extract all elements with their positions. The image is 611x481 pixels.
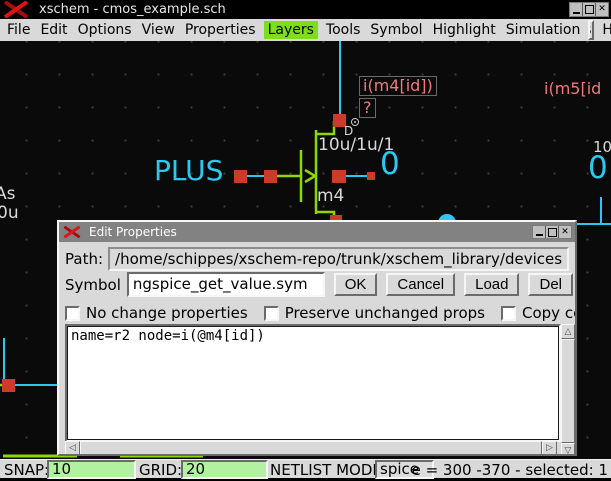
menu-properties[interactable]: Properties <box>183 21 258 39</box>
net-label-plus[interactable]: PLUS <box>154 156 223 187</box>
checkbox-label: No change properties <box>86 304 248 322</box>
menu-layers[interactable]: Layers <box>264 21 318 39</box>
menu-view[interactable]: View <box>140 21 177 39</box>
left-clipped-text-2[interactable]: 0u <box>0 204 19 223</box>
window-title: xschem - cmos_example.sch <box>39 2 226 17</box>
mos-name-m4[interactable]: m4 <box>317 187 344 206</box>
menu-simulation[interactable]: Simulation <box>504 21 583 39</box>
net-label-zero-center[interactable]: 0 <box>380 147 400 181</box>
scrollbar-thumb[interactable] <box>561 339 575 443</box>
xschem-logo-icon <box>3 1 29 18</box>
snap-label: SNAP: <box>4 461 49 479</box>
scrollbar-thumb[interactable] <box>80 441 542 455</box>
scroll-up-icon[interactable]: △ <box>561 324 575 339</box>
checkbox-label: Copy cell <box>522 304 577 322</box>
snap-input[interactable]: 10 <box>47 460 136 479</box>
menu-waves[interactable]: Waves <box>588 20 594 40</box>
window-titlebar[interactable]: xschem - cmos_example.sch ✕ <box>0 0 611 19</box>
minimize-icon[interactable] <box>570 3 582 16</box>
net-label-zero-right[interactable]: 0 <box>588 151 608 185</box>
checkbox-icon[interactable] <box>264 306 279 321</box>
cancel-button[interactable]: Cancel <box>386 273 455 296</box>
close-icon[interactable]: ✕ <box>595 3 608 16</box>
path-value: /home/schippes/xschem-repo/trunk/xschem_… <box>108 247 569 271</box>
minimize-icon[interactable] <box>533 226 545 238</box>
symbol-input[interactable]: ngspice_get_value.sym <box>127 272 325 297</box>
menu-symbol[interactable]: Symbol <box>368 21 424 39</box>
checkbox-no-change-properties[interactable]: No change properties <box>65 304 248 322</box>
menu-options[interactable]: Options <box>76 21 134 39</box>
checkbox-icon[interactable] <box>65 306 80 321</box>
probe-label-m4[interactable]: i(m4[id]) <box>359 76 437 96</box>
horizontal-scrollbar[interactable]: ◁ ▷ <box>65 441 557 455</box>
menubar: File Edit Options View Properties Layers… <box>0 19 611 41</box>
edit-properties-dialog: Edit Properties ✕ Path: /home/schippes/x… <box>57 220 577 456</box>
load-button[interactable]: Load <box>464 273 519 296</box>
dialog-title: Edit Properties <box>89 225 177 239</box>
dialog-controls: ✕ <box>532 225 572 239</box>
wire-right[interactable] <box>575 197 601 224</box>
ok-button[interactable]: OK <box>334 273 378 296</box>
checkbox-icon[interactable] <box>501 306 516 321</box>
checkbox-preserve-unchanged-props[interactable]: Preserve unchanged props <box>264 304 485 322</box>
grid-input[interactable]: 20 <box>181 460 268 479</box>
vertical-scrollbar[interactable]: △ ▽ <box>561 324 575 456</box>
properties-text-input[interactable]: name=r2 node=i(@m4[id]) <box>67 326 559 440</box>
left-clipped-text-1[interactable]: As <box>0 185 16 204</box>
wire-left[interactable] <box>4 338 57 385</box>
menu-help[interactable]: Help <box>600 21 611 39</box>
checkbox-copy-cell[interactable]: Copy cell <box>501 304 577 322</box>
symbol-label: Symbol <box>65 276 121 294</box>
checkbox-label: Preserve unchanged props <box>285 304 485 322</box>
path-label: Path: <box>65 250 103 268</box>
grid-label: GRID: <box>139 461 182 479</box>
probe-label-m5[interactable]: i(m5[id <box>544 80 601 98</box>
nmos-arrow <box>305 170 315 182</box>
scroll-right-icon[interactable]: ▷ <box>542 441 557 455</box>
statusbar: SNAP: 10 GRID: 20 NETLIST MODE: spice e … <box>0 459 611 481</box>
dialog-titlebar[interactable]: Edit Properties ✕ <box>59 222 575 242</box>
properties-text-frame: name=r2 node=i(@m4[id]) <box>65 324 561 442</box>
maximize-icon[interactable] <box>545 226 558 238</box>
menu-tools[interactable]: Tools <box>324 21 363 39</box>
menu-edit[interactable]: Edit <box>38 21 69 39</box>
netlist-mode-label: NETLIST MODE: <box>270 461 387 479</box>
mouse-coords-status: e = 300 -370 - selected: 1 <box>412 461 608 479</box>
scroll-down-icon[interactable]: ▽ <box>561 443 575 456</box>
probe-value-label[interactable]: ? <box>359 98 376 118</box>
mos-params-m5-clipped[interactable]: 10 <box>593 139 611 156</box>
drain-pin-label: D <box>344 125 353 138</box>
window-controls: ✕ <box>569 2 609 17</box>
xschem-logo-icon <box>63 225 81 239</box>
scroll-left-icon[interactable]: ◁ <box>65 441 80 455</box>
menu-file[interactable]: File <box>5 21 32 39</box>
menu-highlight[interactable]: Highlight <box>431 21 498 39</box>
close-icon[interactable]: ✕ <box>558 226 571 238</box>
del-button[interactable]: Del <box>528 273 573 296</box>
xschem-window: xschem - cmos_example.sch ✕ File Edit Op… <box>0 0 611 481</box>
maximize-icon[interactable] <box>582 3 595 16</box>
